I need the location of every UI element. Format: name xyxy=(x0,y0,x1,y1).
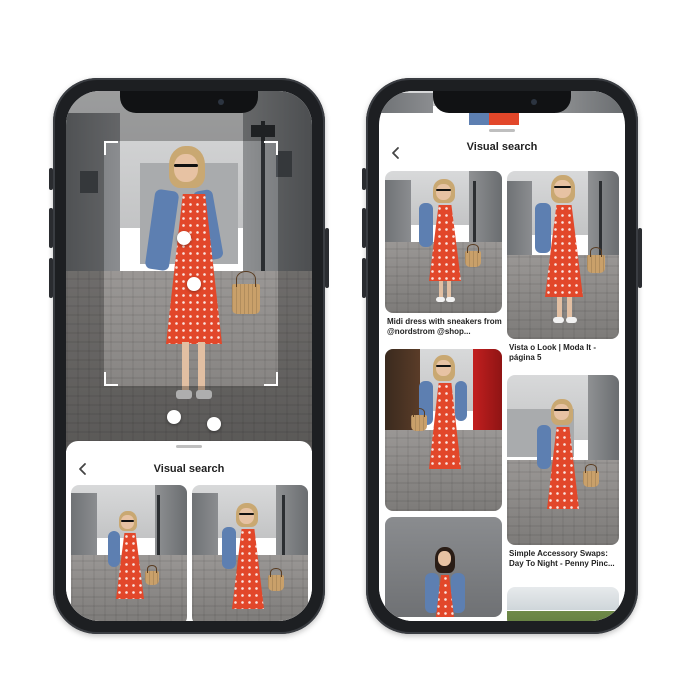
hotspot-dot[interactable] xyxy=(187,277,201,291)
right-screen: Visual search Midi dress with sneakers f… xyxy=(379,91,625,621)
result-pin[interactable] xyxy=(385,517,502,617)
sheet-title: Visual search xyxy=(466,141,538,153)
pin-caption: Simple Accessory Swaps: Day To Night - P… xyxy=(509,549,615,568)
crop-frame[interactable] xyxy=(104,141,278,386)
sheet-grabber[interactable] xyxy=(489,129,515,132)
sheet-header: Visual search xyxy=(379,139,625,169)
notch xyxy=(120,91,258,113)
sheet-grabber[interactable] xyxy=(176,445,202,448)
visual-search-sheet: Visual search xyxy=(379,125,625,621)
result-pin[interactable] xyxy=(385,349,502,511)
result-pin[interactable] xyxy=(507,171,619,339)
result-pin[interactable] xyxy=(192,485,308,621)
notch xyxy=(433,91,571,113)
right-phone: Visual search Midi dress with sneakers f… xyxy=(362,78,642,634)
result-pin[interactable] xyxy=(71,485,187,621)
visual-search-sheet: Visual search xyxy=(66,441,312,621)
hotspot-dot[interactable] xyxy=(207,417,221,431)
hotspot-dot[interactable] xyxy=(167,410,181,424)
left-phone: Visual search xyxy=(49,78,329,634)
pin-caption: Midi dress with sneakers from @nordstrom… xyxy=(387,317,502,336)
sheet-header: Visual search xyxy=(66,455,312,485)
result-pin[interactable] xyxy=(385,171,502,313)
result-pin[interactable] xyxy=(507,587,619,621)
sheet-title: Visual search xyxy=(153,463,225,475)
pin-caption: Vista o Look | Moda It - página 5 xyxy=(509,343,596,362)
hotspot-dot[interactable] xyxy=(177,231,191,245)
left-screen: Visual search xyxy=(66,91,312,621)
result-pin[interactable] xyxy=(507,375,619,545)
